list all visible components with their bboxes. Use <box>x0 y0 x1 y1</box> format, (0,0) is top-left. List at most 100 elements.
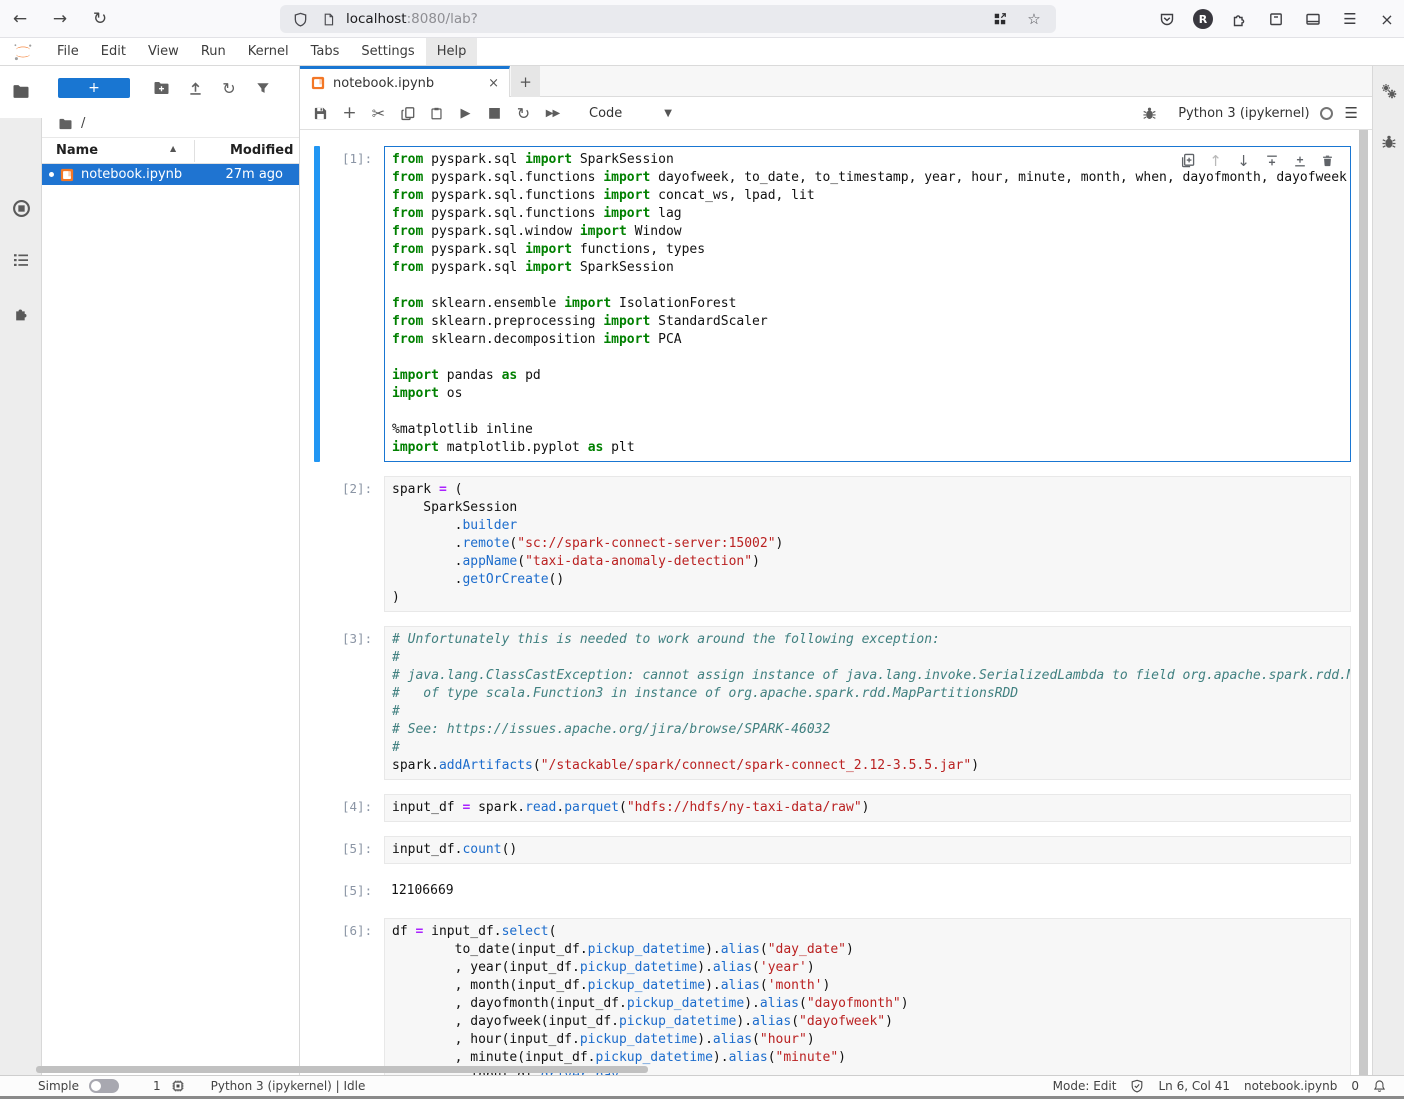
notebook-cells: [1]:from pyspark.sql import SparkSession… <box>300 146 1372 1075</box>
new-launcher-button[interactable]: + <box>58 78 130 98</box>
code-cell[interactable]: [4]:input_df = spark.read.parquet("hdfs:… <box>314 794 1351 822</box>
sidebar-toggle-icon[interactable] <box>1302 8 1324 30</box>
file-row-notebook[interactable]: notebook.ipynb 27m ago <box>42 164 299 185</box>
menu-kernel[interactable]: Kernel <box>237 38 300 65</box>
menu-help[interactable]: Help <box>426 38 478 65</box>
save-icon[interactable] <box>306 101 335 125</box>
simple-mode-label: Simple <box>38 1079 79 1093</box>
column-modified[interactable]: Modified <box>230 143 293 158</box>
vertical-scrollbar[interactable] <box>1359 130 1368 1075</box>
library-icon[interactable] <box>1265 8 1287 30</box>
duplicate-cell-icon[interactable] <box>1179 152 1196 169</box>
menu-edit[interactable]: Edit <box>90 38 137 65</box>
notebook-file-icon <box>311 76 325 90</box>
cell-collapser[interactable] <box>314 918 320 1075</box>
upload-icon[interactable] <box>178 76 212 100</box>
code-cell[interactable]: [3]:# Unfortunately this is needed to wo… <box>314 626 1351 780</box>
trust-shield-icon[interactable] <box>1130 1079 1144 1093</box>
page-info-icon[interactable] <box>318 9 338 29</box>
toolbar-menu-icon[interactable]: ☰ <box>1345 104 1358 122</box>
restart-run-all-icon[interactable]: ▶▶ <box>538 101 567 125</box>
notebook-file-icon <box>60 168 74 182</box>
run-cell-icon[interactable]: ▶ <box>451 101 480 125</box>
insert-cell-below-icon[interactable] <box>1291 152 1308 169</box>
running-kernels-tab-icon[interactable] <box>0 199 42 218</box>
close-icon[interactable]: × <box>1376 8 1398 30</box>
menu-icon[interactable]: ☰ <box>1339 8 1361 30</box>
cell-editor[interactable]: df = input_df.select( to_date(input_df.p… <box>384 918 1351 1075</box>
cell-editor[interactable]: input_df = spark.read.parquet("hdfs://hd… <box>384 794 1351 822</box>
paste-cells-icon[interactable] <box>422 101 451 125</box>
menu-file[interactable]: File <box>46 38 90 65</box>
code-cell[interactable]: [1]:from pyspark.sql import SparkSession… <box>314 146 1351 462</box>
unsaved-dot <box>49 172 54 177</box>
refresh-icon[interactable]: ↻ <box>212 76 246 100</box>
cell-collapser[interactable] <box>314 836 320 864</box>
shield-icon[interactable] <box>290 9 310 29</box>
cell-editor[interactable]: from pyspark.sql import SparkSessionfrom… <box>384 146 1351 462</box>
new-tab-button[interactable]: + <box>511 66 540 97</box>
code-cell[interactable]: [5]:input_df.count() <box>314 836 1351 864</box>
menu-run[interactable]: Run <box>190 38 237 65</box>
kernel-name[interactable]: Python 3 (ipykernel) <box>1178 106 1309 121</box>
folder-icon <box>58 118 73 130</box>
code-cell[interactable]: [2]:spark = ( SparkSession .builder .rem… <box>314 476 1351 612</box>
menu-settings[interactable]: Settings <box>350 38 425 65</box>
profile-avatar[interactable]: R <box>1193 9 1213 29</box>
move-cell-up-icon[interactable]: ↑ <box>1207 152 1224 169</box>
stop-kernel-icon[interactable]: ■ <box>480 101 509 125</box>
pocket-icon[interactable] <box>1156 8 1178 30</box>
cell-collapser[interactable] <box>314 146 320 462</box>
tab-notebook[interactable]: notebook.ipynb × <box>300 66 510 97</box>
cell-editor[interactable]: input_df.count() <box>384 836 1351 864</box>
delete-cell-icon[interactable] <box>1319 152 1336 169</box>
insert-cell-above-icon[interactable] <box>1263 152 1280 169</box>
kernel-chip-icon[interactable] <box>171 1079 185 1093</box>
new-folder-icon[interactable] <box>144 76 178 100</box>
cell-editor[interactable]: spark = ( SparkSession .builder .remote(… <box>384 476 1351 612</box>
file-browser-tab-icon[interactable] <box>0 84 42 99</box>
browser-forward-icon[interactable]: → <box>48 7 72 31</box>
page-actions-icon[interactable] <box>990 9 1010 29</box>
cell-type-select[interactable]: Code ▼ <box>589 106 672 121</box>
breadcrumb-root[interactable]: / <box>81 116 85 131</box>
cursor-position[interactable]: Ln 6, Col 41 <box>1158 1079 1230 1093</box>
kernel-status-icon[interactable] <box>1320 107 1333 120</box>
cut-cells-icon[interactable]: ✂ <box>364 101 393 125</box>
jupyter-logo-icon <box>0 38 46 65</box>
move-cell-down-icon[interactable]: ↓ <box>1235 152 1252 169</box>
sort-ascending-icon[interactable]: ▲ <box>170 144 176 153</box>
restart-kernel-icon[interactable]: ↻ <box>509 101 538 125</box>
kernel-count[interactable]: 1 <box>153 1079 161 1093</box>
debugger-icon[interactable] <box>1135 101 1164 125</box>
insert-cell-icon[interactable]: + <box>335 101 364 125</box>
extensions-icon[interactable] <box>1228 8 1250 30</box>
browser-reload-icon[interactable]: ↻ <box>88 7 112 31</box>
bell-icon[interactable] <box>1373 1079 1386 1093</box>
cell-collapser[interactable] <box>314 476 320 612</box>
cell-collapser[interactable] <box>314 626 320 780</box>
address-bar[interactable]: localhost:8080/lab? ☆ <box>280 5 1056 33</box>
filter-icon[interactable] <box>246 76 280 100</box>
breadcrumb[interactable]: / <box>42 110 299 138</box>
column-name[interactable]: Name <box>56 143 98 158</box>
cell-collapser[interactable] <box>314 794 320 822</box>
code-cell[interactable]: [6]:df = input_df.select( to_date(input_… <box>314 918 1351 1075</box>
menu-tabs[interactable]: Tabs <box>300 38 351 65</box>
extension-manager-tab-icon[interactable] <box>0 306 42 323</box>
menu-view[interactable]: View <box>137 38 190 65</box>
debugger-panel-tab-icon[interactable] <box>1373 134 1404 150</box>
mode-indicator[interactable]: Mode: Edit <box>1053 1079 1117 1093</box>
copy-cells-icon[interactable] <box>393 101 422 125</box>
property-inspector-tab-icon[interactable] <box>1373 82 1404 100</box>
notification-count[interactable]: 0 <box>1351 1079 1359 1093</box>
cell-collapser <box>314 878 320 904</box>
table-of-contents-tab-icon[interactable] <box>0 252 42 268</box>
kernel-status-text[interactable]: Python 3 (ipykernel) | Idle <box>211 1079 366 1093</box>
simple-mode-toggle[interactable] <box>89 1079 119 1093</box>
horizontal-scrollbar[interactable] <box>36 1066 648 1073</box>
bookmark-star-icon[interactable]: ☆ <box>1024 9 1044 29</box>
cell-editor[interactable]: # Unfortunately this is needed to work a… <box>384 626 1351 780</box>
tab-close-icon[interactable]: × <box>488 76 499 91</box>
browser-back-icon[interactable]: ← <box>8 7 32 31</box>
